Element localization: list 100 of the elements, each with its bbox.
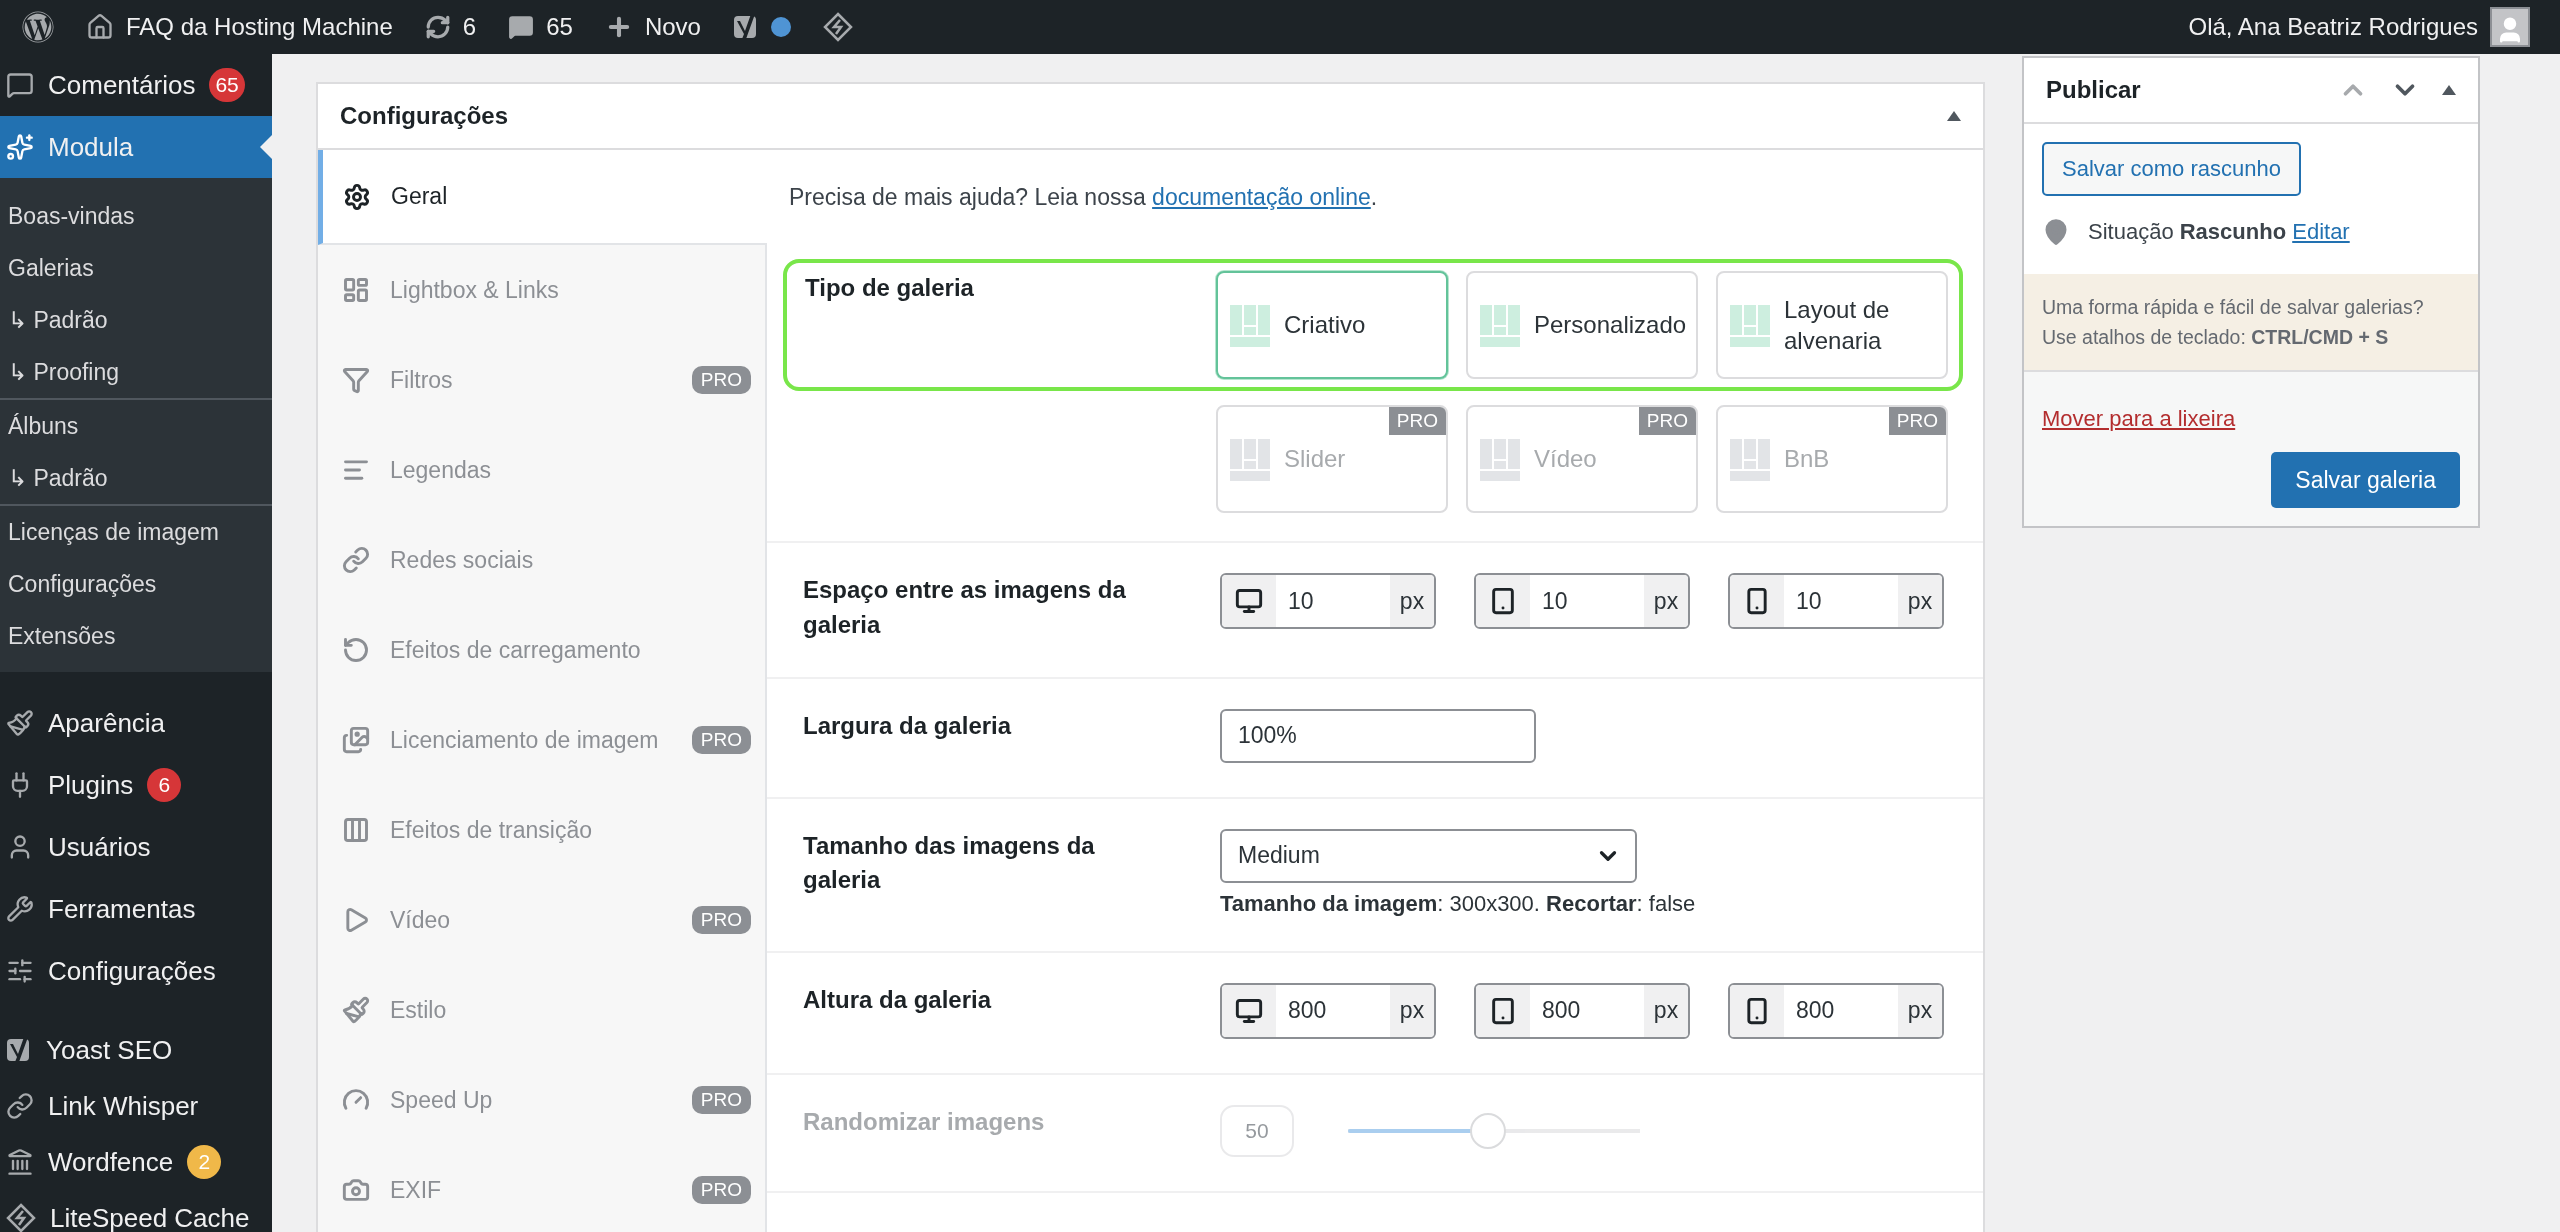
speech-bubble-icon	[6, 71, 34, 99]
size-note: Tamanho da imagem: 300x300. Recortar: false	[1220, 890, 1696, 916]
gallery-layout-icon	[1228, 437, 1272, 481]
unit-label: px	[1644, 984, 1688, 1037]
gallery-type-option[interactable]: Criativo	[1216, 271, 1448, 379]
camera-icon	[342, 1176, 370, 1204]
documentation-link[interactable]: documentação online	[1152, 184, 1371, 210]
number-field[interactable]: 800 px	[1220, 982, 1436, 1039]
new-link[interactable]: Novo	[588, 0, 717, 54]
submenu-item[interactable]: ↳ Padrão	[0, 452, 272, 504]
filter-icon	[342, 366, 370, 394]
diamond-icon	[822, 12, 853, 42]
sidebar-item[interactable]: Plugins 6	[0, 754, 272, 816]
submenu-item[interactable]: ↳ Padrão	[0, 294, 272, 346]
tablet-icon	[1489, 587, 1517, 615]
pro-badge: PRO	[691, 1086, 751, 1114]
field-label: Tipo de galeria	[805, 273, 975, 303]
pro-badge: PRO	[691, 726, 751, 754]
submenu-item[interactable]: Boas-vindas	[0, 190, 272, 242]
help-text: Precisa de mais ajuda? Leia nossa documentação online.	[789, 184, 1378, 211]
field-label: Altura da galeria	[803, 984, 993, 1015]
gallery-layout-icon	[1728, 303, 1772, 347]
number-field[interactable]: 10 px	[1728, 573, 1944, 629]
landmark-icon	[6, 1148, 34, 1176]
account-link[interactable]: Olá, Ana Beatriz Rodrigues	[2172, 0, 2546, 54]
paintbrush-icon	[342, 996, 370, 1024]
status-dot	[770, 17, 791, 37]
submenu-item[interactable]: Licenças de imagem	[0, 506, 272, 558]
updates-link[interactable]: 6	[408, 0, 493, 54]
sidebar-item[interactable]: Ferramentas	[0, 878, 272, 940]
count-badge: 2	[187, 1145, 222, 1179]
pro-badge: PRO	[691, 1176, 751, 1204]
rotate-icon	[342, 636, 370, 664]
sidebar-item[interactable]: Configurações	[0, 940, 272, 1002]
field-label: Espaço entre as imagens da galeria	[803, 575, 1127, 640]
field-label: Tamanho das imagens da galeria	[803, 830, 1096, 896]
pro-badge: PRO	[1388, 407, 1446, 435]
images-icon	[342, 726, 370, 754]
trash-link[interactable]: Mover para a lixeira	[2042, 406, 2236, 433]
site-name-link[interactable]: FAQ da Hosting Machine	[70, 0, 409, 54]
unit-label: px	[1644, 575, 1688, 627]
columns-icon	[342, 816, 370, 844]
collapse-icon[interactable]	[2442, 85, 2456, 95]
diamond-icon	[6, 1203, 36, 1232]
number-field[interactable]: 800 px	[1474, 982, 1690, 1039]
size-dropdown[interactable]: Medium	[1220, 828, 1637, 883]
sliders-icon	[6, 957, 34, 985]
unit-label: px	[1390, 984, 1434, 1037]
submenu-item[interactable]: Galerias	[0, 242, 272, 294]
sidebar-item[interactable]: LiteSpeed Cache	[0, 1190, 272, 1232]
edit-link[interactable]: Editar	[2292, 219, 2350, 244]
pro-badge: PRO	[1638, 407, 1696, 435]
sidebar-item[interactable]: Comentários 65	[0, 54, 272, 116]
width-field[interactable]: 100%	[1220, 708, 1536, 763]
count-badge: 6	[147, 768, 182, 802]
speech-bubble-icon	[508, 14, 535, 40]
unit-label: px	[1898, 984, 1942, 1037]
collapse-icon[interactable]	[1947, 111, 1961, 121]
wordpress-logo-icon	[22, 11, 54, 43]
save-draft-button[interactable]: Salvar como rascunho	[2042, 142, 2301, 196]
comments-link[interactable]: 65	[492, 0, 589, 54]
settings-tab[interactable]: Geral	[318, 150, 767, 245]
sidebar-item[interactable]: Yoast SEO	[0, 1022, 272, 1078]
save-gallery-button[interactable]: Salvar galeria	[2271, 452, 2460, 509]
monitor-icon	[1235, 587, 1263, 615]
gallery-layout-icon	[1728, 437, 1772, 481]
unit-label: px	[1390, 575, 1434, 627]
gallery-layout-icon	[1478, 303, 1522, 347]
monitor-icon	[1235, 996, 1263, 1025]
link-icon	[6, 1092, 34, 1120]
pro-badge: PRO	[1888, 407, 1946, 435]
grid-icon	[342, 276, 370, 304]
gallery-type-option[interactable]: Personalizado	[1466, 271, 1698, 379]
settings-icon	[343, 182, 371, 211]
submenu-item[interactable]: Extensões	[0, 610, 272, 662]
pro-badge: PRO	[691, 906, 751, 934]
gallery-layout-icon	[1478, 437, 1522, 481]
sidebar-item[interactable]: Usuários	[0, 816, 272, 878]
status-text: Situação Rascunho Editar	[2088, 219, 2350, 245]
sidebar-item[interactable]: Wordfence 2	[0, 1134, 272, 1190]
sparkle-icon	[6, 133, 34, 161]
link-icon	[342, 546, 370, 574]
sidebar-item[interactable]: Link Whisper	[0, 1078, 272, 1134]
refresh-icon	[424, 14, 451, 40]
submenu-item[interactable]: ↳ Proofing	[0, 346, 272, 398]
avatar-icon	[2490, 7, 2530, 47]
number-field[interactable]: 10 px	[1220, 573, 1436, 629]
panel-title: Publicar	[2046, 76, 2142, 104]
home-icon	[86, 13, 114, 41]
pro-badge: PRO	[691, 366, 751, 394]
number-field[interactable]: 800 px	[1728, 982, 1944, 1039]
notice-text: Uma forma rápida e fácil de salvar galerias? Use atalhos de teclado: CTRL/CMD + S	[2042, 296, 2424, 349]
number-field[interactable]: 10 px	[1474, 573, 1690, 629]
sidebar-item[interactable]: Modula	[0, 116, 272, 178]
submenu-item[interactable]: Álbuns	[0, 400, 272, 452]
submenu-item[interactable]: Configurações	[0, 558, 272, 610]
sidebar-item[interactable]: Aparência	[0, 692, 272, 754]
tablet-icon	[1489, 996, 1517, 1025]
slider-thumb[interactable]	[1470, 1112, 1507, 1149]
gallery-type-option[interactable]: Layout de alvenaria	[1716, 271, 1948, 379]
